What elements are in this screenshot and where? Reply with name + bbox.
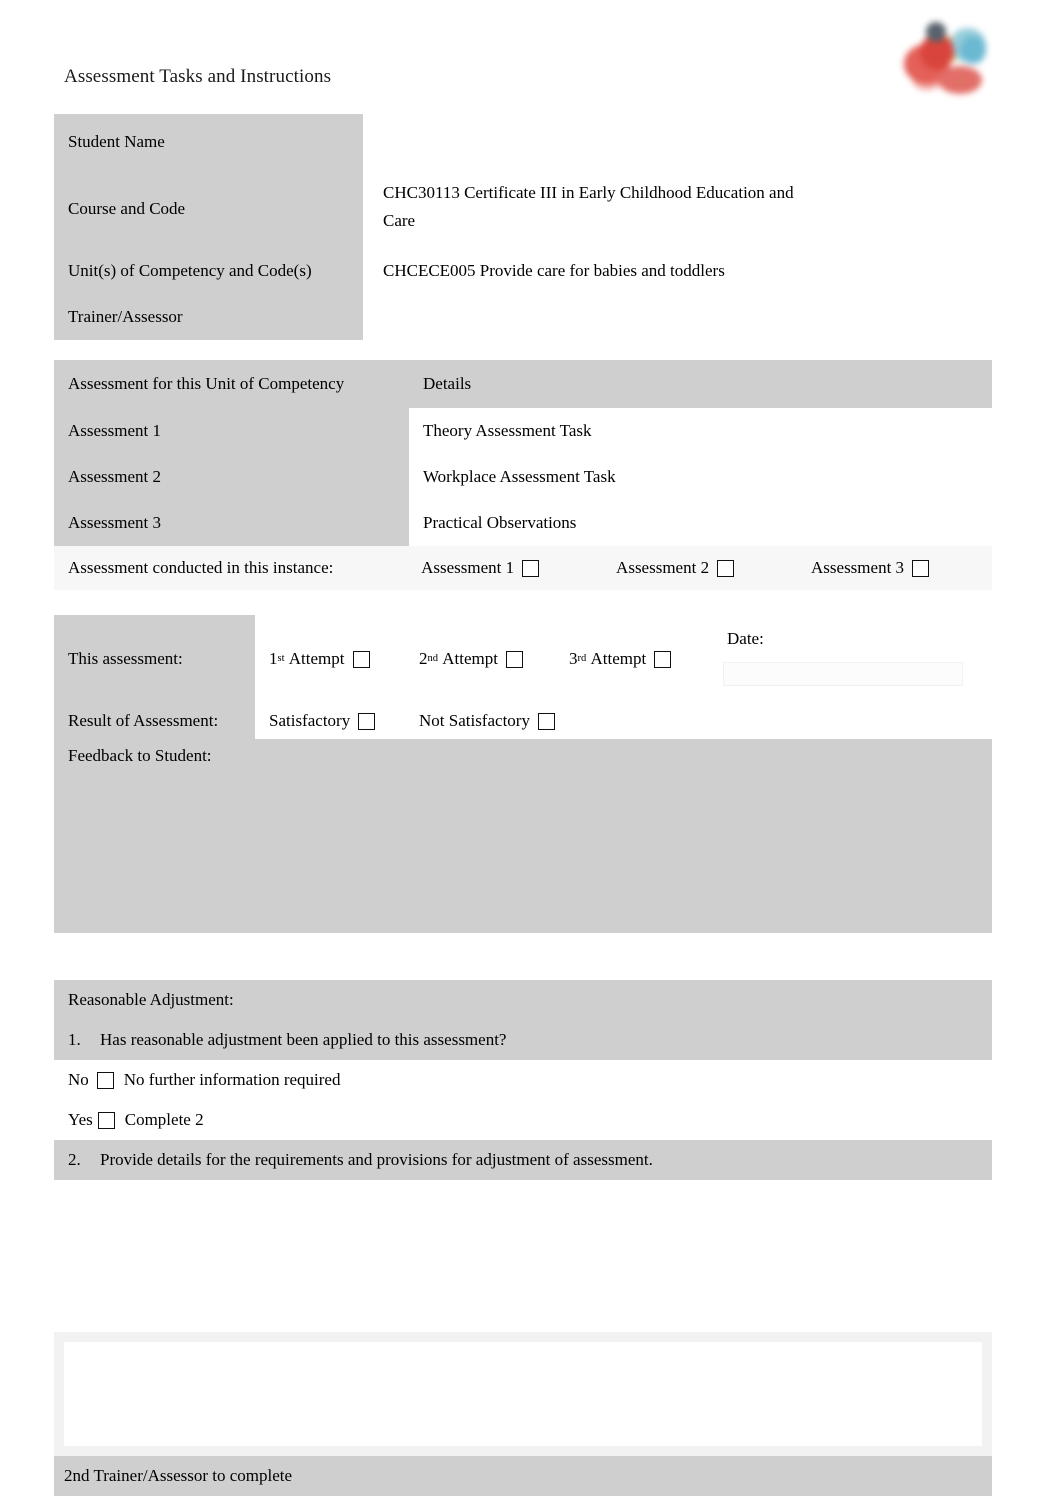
- assessment-3-label: Assessment 3: [54, 500, 409, 546]
- trainer-assessor-label: Trainer/Assessor: [54, 294, 363, 340]
- table-header-row: Assessment for this Unit of Competency D…: [54, 360, 992, 408]
- details-column-header: Details: [409, 360, 992, 408]
- option-label: No: [68, 1070, 89, 1089]
- assessment-2-label: Assessment 2: [54, 454, 409, 500]
- assessment-conducted-label: Assessment conducted in this instance:: [68, 558, 334, 577]
- table-row: Yes Complete 2: [54, 1100, 992, 1140]
- feedback-to-student-label: Feedback to Student:: [68, 746, 212, 765]
- second-assessor-notes-input[interactable]: [64, 1342, 982, 1446]
- option-label: Assessment 1: [421, 558, 515, 577]
- assessment-conducted-option-2[interactable]: Assessment 2: [602, 546, 797, 590]
- attempt-ordinal: 3: [569, 649, 578, 668]
- this-assessment-label: This assessment:: [54, 615, 255, 703]
- list-number: 1.: [68, 1030, 81, 1049]
- option-label: Satisfactory: [269, 711, 351, 730]
- checkbox-icon[interactable]: [912, 559, 930, 577]
- table-row: Assessment 1 Theory Assessment Task: [54, 408, 992, 454]
- table-row: Course and Code CHC30113 Certificate III…: [54, 170, 878, 248]
- course-and-code-value: CHC30113 Certificate III in Early Childh…: [363, 170, 878, 248]
- date-cell: Date:: [705, 615, 992, 703]
- result-option-not-satisfactory[interactable]: Not Satisfactory: [405, 703, 992, 739]
- course-and-code-label: Course and Code: [54, 170, 363, 248]
- student-name-label: Student Name: [54, 114, 363, 170]
- checkbox-icon[interactable]: [717, 559, 735, 577]
- course-and-code-line1: CHC30113 Certificate III in Early Childh…: [383, 183, 794, 202]
- assessment-3-detail: Practical Observations: [409, 500, 992, 546]
- checkbox-icon[interactable]: [96, 1071, 114, 1089]
- checkbox-icon[interactable]: [522, 559, 540, 577]
- option-description: No further information required: [123, 1070, 341, 1089]
- question-text: Has reasonable adjustment been applied t…: [100, 1030, 507, 1049]
- table-row: 1. Has reasonable adjustment been applie…: [54, 1020, 992, 1060]
- assessment-conducted-row: Assessment conducted in this instance: A…: [54, 546, 992, 590]
- student-name-input[interactable]: [363, 114, 878, 170]
- table-row: Reasonable Adjustment:: [54, 980, 992, 1020]
- reasonable-adjustment-table: Reasonable Adjustment: 1. Has reasonable…: [54, 980, 992, 1180]
- feedback-to-student-area[interactable]: Feedback to Student:: [54, 739, 992, 933]
- date-input[interactable]: [723, 662, 963, 686]
- checkbox-icon[interactable]: [506, 650, 523, 668]
- table-row: Assessment 2 Workplace Assessment Task: [54, 454, 992, 500]
- page-title: Assessment Tasks and Instructions: [64, 66, 332, 87]
- second-assessor-footer-label: 2nd Trainer/Assessor to complete: [54, 1456, 992, 1496]
- reasonable-adjustment-question-1: 1. Has reasonable adjustment been applie…: [54, 1020, 992, 1060]
- reasonable-adjustment-no-option[interactable]: No No further information required: [54, 1060, 992, 1100]
- unit-of-competency-label: Unit(s) of Competency and Code(s): [54, 248, 363, 294]
- trainer-assessor-input[interactable]: [363, 294, 878, 340]
- checkbox-icon[interactable]: [537, 712, 555, 730]
- reasonable-adjustment-yes-option[interactable]: Yes Complete 2: [54, 1100, 992, 1140]
- question-text: Provide details for the requirements and…: [100, 1150, 653, 1169]
- assessment-conducted-option-3[interactable]: Assessment 3: [797, 546, 992, 590]
- attempt-ordinal: 2: [419, 649, 428, 668]
- table-row: Student Name: [54, 114, 878, 170]
- option-description: Complete 2: [124, 1110, 204, 1129]
- attempt-label: Attempt: [288, 649, 345, 668]
- option-label: Not Satisfactory: [419, 711, 530, 730]
- reasonable-adjustment-question-2: 2. Provide details for the requirements …: [54, 1140, 992, 1180]
- result-row: Result of Assessment: Satisfactory Not S…: [54, 703, 992, 739]
- table-row: No No further information required: [54, 1060, 992, 1100]
- unit-of-competency-value: CHCECE005 Provide care for babies and to…: [363, 248, 878, 294]
- assessment-1-detail: Theory Assessment Task: [409, 408, 992, 454]
- table-row: Unit(s) of Competency and Code(s) CHCECE…: [54, 248, 878, 294]
- attempt-label: Attempt: [442, 649, 498, 668]
- date-label: Date:: [727, 629, 764, 648]
- attempt-ordinal: 1: [269, 649, 278, 668]
- table-row: Assessment 3 Practical Observations: [54, 500, 992, 546]
- checkbox-icon[interactable]: [97, 1111, 115, 1129]
- assessment-list-table: Assessment for this Unit of Competency D…: [54, 360, 992, 590]
- assessment-result-table: This assessment: 1st Attempt 2nd Attempt…: [54, 615, 992, 933]
- option-label: Assessment 3: [811, 558, 905, 577]
- attempt-option-2[interactable]: 2nd Attempt: [405, 615, 555, 703]
- second-assessor-block: 2nd Trainer/Assessor to complete: [54, 1332, 992, 1496]
- course-and-code-line2: Care: [383, 211, 416, 230]
- attempt-label: Attempt: [590, 649, 647, 668]
- table-row: Trainer/Assessor: [54, 294, 878, 340]
- attempt-option-3[interactable]: 3rd Attempt: [555, 615, 705, 703]
- assessment-2-detail: Workplace Assessment Task: [409, 454, 992, 500]
- result-option-satisfactory[interactable]: Satisfactory: [255, 703, 405, 739]
- assessment-conducted-option-1[interactable]: Assessment 1: [407, 546, 602, 590]
- option-label: Assessment 2: [616, 558, 710, 577]
- checkbox-icon[interactable]: [352, 650, 370, 668]
- assessment-column-header: Assessment for this Unit of Competency: [54, 360, 409, 408]
- assessment-1-label: Assessment 1: [54, 408, 409, 454]
- organisation-logo-icon: [898, 18, 994, 104]
- attempt-option-1[interactable]: 1st Attempt: [255, 615, 405, 703]
- student-details-table: Student Name Course and Code CHC30113 Ce…: [54, 114, 878, 340]
- reasonable-adjustment-heading: Reasonable Adjustment:: [68, 990, 234, 1009]
- document-page: Assessment Tasks and Instructions Studen…: [0, 0, 1062, 1506]
- checkbox-icon[interactable]: [654, 650, 672, 668]
- second-assessor-notes-area[interactable]: [54, 1332, 992, 1456]
- option-label: Yes: [68, 1110, 93, 1129]
- list-number: 2.: [68, 1150, 81, 1169]
- table-row: 2. Provide details for the requirements …: [54, 1140, 992, 1180]
- checkbox-icon[interactable]: [358, 712, 376, 730]
- attempt-row: This assessment: 1st Attempt 2nd Attempt…: [54, 615, 992, 703]
- result-of-assessment-label: Result of Assessment:: [54, 703, 255, 739]
